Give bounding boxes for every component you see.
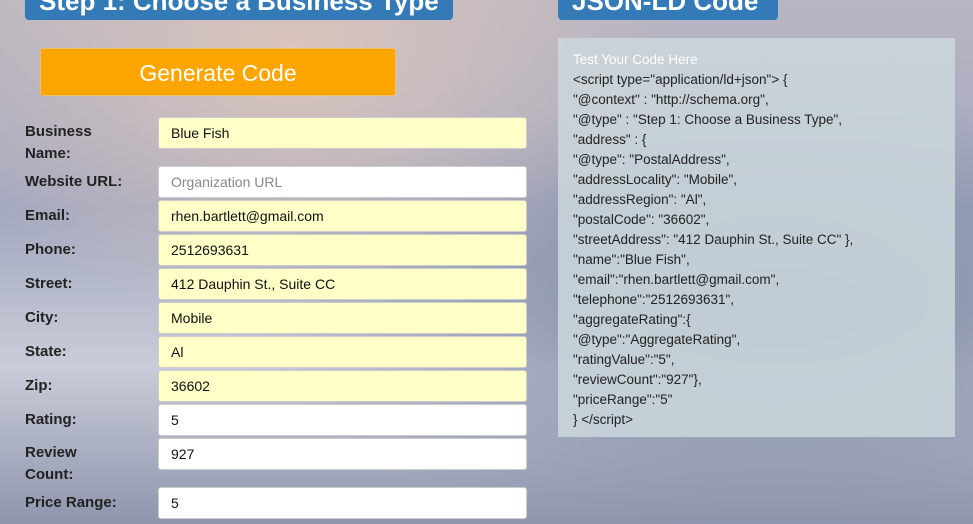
field-label: Review Count: (25, 444, 77, 483)
field-label: Website URL: (25, 173, 123, 190)
field-input[interactable] (158, 234, 527, 266)
code-line: "reviewCount":"927"}, (573, 372, 702, 387)
code-line: "telephone":"2512693631", (573, 292, 735, 307)
code-output: Test Your Code Here <script type="applic… (558, 38, 955, 437)
field-input[interactable] (158, 404, 527, 436)
field-input[interactable] (158, 166, 527, 198)
json-ld-header: JSON-LD Code (558, 0, 778, 20)
field-label: City: (25, 309, 59, 326)
code-line: "@type": "PostalAddress", (573, 152, 730, 167)
code-line: "@type" : "Step 1: Choose a Business Typ… (573, 112, 843, 127)
code-line: "aggregateRating":{ (573, 312, 691, 327)
generate-code-button[interactable]: Generate Code (40, 48, 396, 96)
field-label: Phone: (25, 241, 76, 258)
field-input[interactable] (158, 336, 527, 368)
field-label: Street: (25, 275, 73, 292)
field-input[interactable] (158, 200, 527, 232)
code-line: "email":"rhen.bartlett@gmail.com", (573, 272, 780, 287)
field-label: Price Range: (25, 494, 117, 511)
field-input[interactable] (158, 117, 527, 149)
field-input[interactable] (158, 302, 527, 334)
field-input[interactable] (158, 438, 527, 470)
code-line: "addressRegion": "Al", (573, 192, 707, 207)
field-input[interactable] (158, 487, 527, 519)
field-label: Business Name: (25, 123, 92, 162)
field-label: Zip: (25, 377, 53, 394)
code-line: <script type="application/ld+json"> { (573, 72, 788, 87)
field-label: Rating: (25, 411, 77, 428)
code-line: "streetAddress": "412 Dauphin St., Suite… (573, 232, 854, 247)
field-input[interactable] (158, 268, 527, 300)
code-line: "addressLocality": "Mobile", (573, 172, 737, 187)
code-line: "@type":"AggregateRating", (573, 332, 741, 347)
field-label: Email: (25, 207, 71, 224)
code-line: "postalCode": "36602", (573, 212, 710, 227)
code-title: Test Your Code Here (573, 52, 698, 67)
field-input[interactable] (158, 370, 527, 402)
code-line: "ratingValue":"5", (573, 352, 675, 367)
code-line: } </script> (573, 412, 634, 427)
code-line: "address" : { (573, 132, 647, 147)
step-1-header: Step 1: Choose a Business Type (25, 0, 453, 20)
field-label: State: (25, 343, 67, 360)
code-line: "@context" : "http://schema.org", (573, 92, 769, 107)
code-line: "priceRange":"5" (573, 392, 673, 407)
code-line: "name":"Blue Fish", (573, 252, 690, 267)
